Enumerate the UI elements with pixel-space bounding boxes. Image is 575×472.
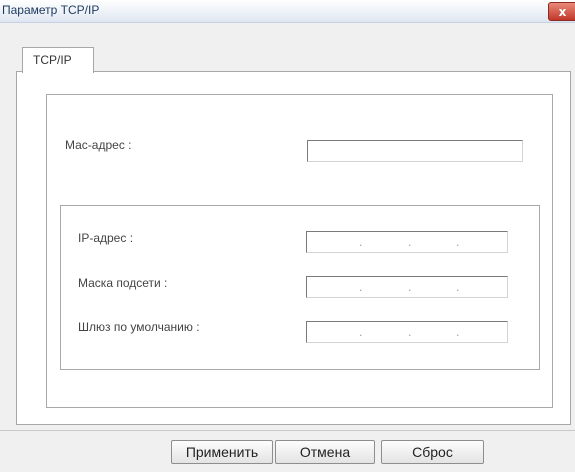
cancel-button[interactable]: Отмена xyxy=(275,440,375,464)
ip-separator: . xyxy=(359,236,363,249)
title-bar[interactable]: Параметр TCP/IP x xyxy=(0,0,575,23)
tcpip-dialog: Параметр TCP/IP x TCP/IP Мас-адрес : IP-… xyxy=(0,0,575,472)
ip-separator: . xyxy=(456,236,460,249)
window-title: Параметр TCP/IP xyxy=(2,3,100,17)
tab-tcpip-label: TCP/IP xyxy=(33,53,72,67)
gateway-input[interactable]: . . . xyxy=(306,321,508,343)
footer-divider xyxy=(0,430,575,431)
tab-tcpip[interactable]: TCP/IP xyxy=(22,47,94,73)
ip-separator: . xyxy=(408,236,412,249)
gateway-label: Шлюз по умолчанию : xyxy=(78,320,200,334)
mask-separator: . xyxy=(359,281,363,294)
reset-button[interactable]: Сброс xyxy=(381,440,484,464)
gateway-separator: . xyxy=(456,326,460,339)
tab-panel-tcpip: Мас-адрес : IP-адрес : . . . Маска подсе… xyxy=(16,71,571,425)
ip-settings-group: IP-адрес : . . . Маска подсети : . . . Ш… xyxy=(60,205,540,370)
mac-address-label: Мас-адрес : xyxy=(65,138,132,152)
ip-address-input[interactable]: . . . xyxy=(306,231,508,253)
apply-button[interactable]: Применить xyxy=(171,440,273,464)
mac-address-input[interactable] xyxy=(307,140,523,162)
gateway-separator: . xyxy=(359,326,363,339)
mask-separator: . xyxy=(408,281,412,294)
mask-separator: . xyxy=(456,281,460,294)
subnet-mask-input[interactable]: . . . xyxy=(306,276,508,298)
gateway-separator: . xyxy=(408,326,412,339)
ip-address-label: IP-адрес : xyxy=(78,231,134,245)
settings-group: Мас-адрес : IP-адрес : . . . Маска подсе… xyxy=(46,94,553,408)
close-icon[interactable]: x xyxy=(548,2,575,21)
subnet-mask-label: Маска подсети : xyxy=(78,276,168,290)
